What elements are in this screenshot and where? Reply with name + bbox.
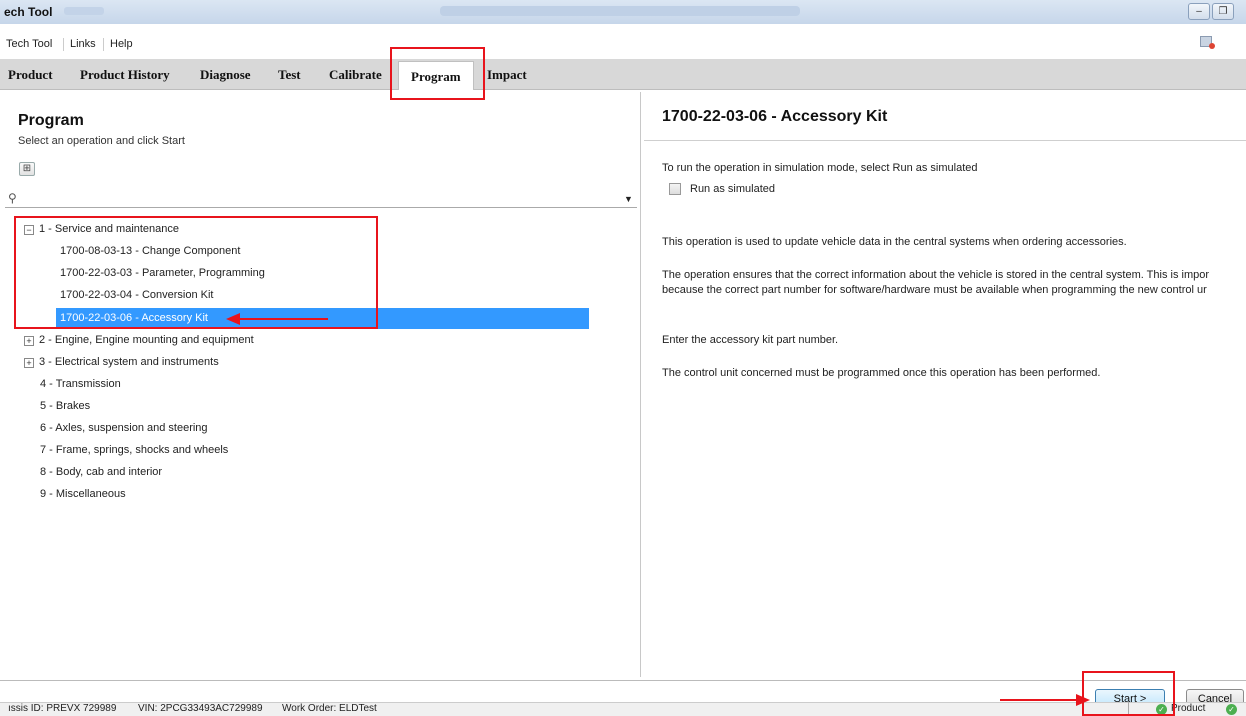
arrow-line (240, 318, 328, 320)
tree-group[interactable]: 4 - Transmission (40, 374, 121, 395)
page-title: Program (18, 112, 84, 129)
instruction-text: Enter the accessory kit part number. (662, 334, 839, 346)
minimize-button[interactable]: – (1188, 3, 1210, 20)
tree-group[interactable]: 9 - Miscellaneous (40, 484, 126, 505)
window-title: ech Tool (4, 5, 53, 19)
expand-icon[interactable]: + (24, 358, 34, 368)
quick-access-toolbar (64, 7, 104, 15)
search-icon: ⚲ (8, 191, 17, 205)
operation-title: 1700-22-03-06 - Accessory Kit (662, 108, 888, 125)
tree-group[interactable]: 7 - Frame, springs, shocks and wheels (40, 440, 228, 461)
arrow-line (1000, 699, 1076, 701)
dropdown-arrow-icon[interactable]: ▼ (624, 194, 633, 204)
run-as-simulated-checkbox[interactable] (669, 183, 681, 195)
divider (644, 140, 1246, 141)
page-subtitle: Select an operation and click Start (18, 135, 185, 147)
simulation-hint: To run the operation in simulation mode,… (662, 162, 978, 174)
search-input[interactable] (5, 190, 637, 208)
chassis-id: ıssis ID: PREVX 729989 (8, 703, 117, 714)
description-text: This operation is used to update vehicle… (662, 236, 1127, 248)
checkbox-label[interactable]: Run as simulated (690, 183, 775, 195)
tree-group-engine[interactable]: +2 - Engine, Engine mounting and equipme… (24, 330, 254, 351)
expand-icon[interactable]: + (24, 336, 34, 346)
tree-group-electrical[interactable]: +3 - Electrical system and instruments (24, 352, 219, 373)
description-text: The operation ensures that the correct i… (662, 269, 1210, 281)
tab-test[interactable]: Test (278, 67, 301, 83)
window-titlebar: ech Tool (0, 0, 1246, 24)
tab-bar (0, 59, 1246, 90)
tab-product[interactable]: Product (8, 67, 53, 83)
menu-bar (0, 34, 1246, 54)
highlight-start-button (1082, 671, 1175, 716)
note-text: The control unit concerned must be progr… (662, 367, 1101, 379)
menu-separator (63, 38, 64, 51)
tab-product-history[interactable]: Product History (80, 67, 170, 83)
tree-group[interactable]: 5 - Brakes (40, 396, 90, 417)
tree-group[interactable]: 6 - Axles, suspension and steering (40, 418, 208, 439)
vin: VIN: 2PCG33493AC729989 (138, 703, 263, 714)
tab-calibrate[interactable]: Calibrate (329, 67, 382, 83)
restore-button[interactable]: ❐ (1212, 3, 1234, 20)
tab-diagnose[interactable]: Diagnose (200, 67, 251, 83)
work-order: Work Order: ELDTest (282, 703, 377, 714)
menu-help[interactable]: Help (110, 38, 133, 50)
tree-item-label: 3 - Electrical system and instruments (39, 356, 219, 368)
check-icon: ✓ (1226, 704, 1237, 715)
description-text: because the correct part number for soft… (662, 284, 1207, 296)
menu-separator (103, 38, 104, 51)
expand-all-button[interactable]: ⊞ (19, 162, 35, 176)
menu-links[interactable]: Links (70, 38, 96, 50)
product-status[interactable]: Product (1171, 703, 1205, 714)
tree-group[interactable]: 8 - Body, cab and interior (40, 462, 162, 483)
alert-badge-icon (1209, 43, 1215, 49)
button-bar-divider (0, 680, 1246, 681)
arrow-right-icon (1076, 694, 1090, 706)
highlight-program-tab (390, 47, 485, 100)
highlight-service-group (14, 216, 378, 329)
menu-tech-tool[interactable]: Tech Tool (6, 38, 52, 50)
window-caption-blurred (440, 6, 800, 16)
tree-item-label: 2 - Engine, Engine mounting and equipmen… (39, 334, 254, 346)
arrow-left-icon (226, 313, 240, 325)
tab-impact[interactable]: Impact (487, 67, 527, 83)
